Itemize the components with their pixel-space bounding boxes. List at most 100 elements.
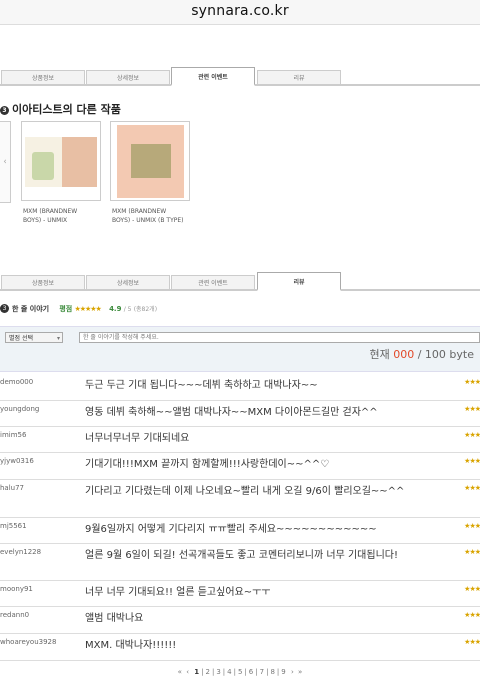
carousel-prev-arrow[interactable]: ‹	[0, 121, 11, 203]
page-number[interactable]: 7	[260, 668, 264, 676]
section-bullet-icon: 3	[0, 106, 9, 115]
review-header: 3한 줄 이야기 평점 ★★★★★ 4.9 / 5 (총82개)	[0, 304, 157, 314]
last-page-icon[interactable]: »	[298, 668, 302, 676]
review-text-input[interactable]: 한 줄 이야기를 작성해 주세요.	[79, 332, 480, 343]
tab-detail-info[interactable]: 상세정보	[86, 70, 170, 86]
comment-text: 9월6일까지 어떻게 기다리지 ㅠㅠ빨리 주세요~~~~~~~~~~~~	[85, 524, 377, 535]
page-separator: |	[211, 668, 215, 676]
comment-row: youngdong 영동 데뷔 축하해~~앨범 대박나자~~MXM 다이아몬드길만…	[0, 400, 480, 427]
comment-text: 기다리고 기다렸는데 이제 나오네요~빨리 내게 오길 9/6이 빨리오길~~^…	[85, 486, 405, 497]
album-art-photo-1	[62, 137, 97, 187]
comment-text: 얼른 9월 6일이 되길! 선곡개곡들도 좋고 코멘터리보니까 너무 기대됩니다…	[85, 550, 398, 561]
comment-text: 두근 두근 기대 됩니다~~~데뷔 축하하고 대박나자~~	[85, 380, 318, 391]
review-input-area: 별점 선택 ▾ 한 줄 이야기를 작성해 주세요. 현재 000 / 100 by…	[0, 326, 480, 372]
comment-text: 기대기대!!!MXM 끝까지 함께할께!!!사랑한데이~~^^♡	[85, 459, 330, 470]
comment-user[interactable]: whoareyou3928	[0, 638, 56, 646]
page-number[interactable]: 4	[227, 668, 231, 676]
comment-user[interactable]: evelyn1228	[0, 548, 41, 556]
review-title: 한 줄 이야기	[12, 305, 50, 313]
comment-user[interactable]: halu77	[0, 484, 24, 492]
comment-text: 너무너무너무 기대되네요	[85, 433, 190, 444]
comment-row: moony91 너무 너무 기대되요!! 얼른 듣고싶어요~ㅜㅜ ★★★	[0, 580, 480, 607]
comment-row: demo000 두근 두근 기대 됩니다~~~데뷔 축하하고 대박나자~~ ★★★	[0, 373, 480, 401]
comment-user[interactable]: moony91	[0, 585, 33, 593]
comment-row: imim56 너무너무너무 기대되네요 ★★★	[0, 426, 480, 453]
page-separator: |	[233, 668, 236, 676]
product-tabs-top: 상품정보 상세정보 관련 이벤트 리뷰	[0, 66, 480, 86]
rating-stars-icon: ★★★★★	[74, 305, 101, 313]
rating-max: / 5	[123, 306, 132, 313]
url-text: synnara.co.kr	[191, 3, 289, 19]
comment-user[interactable]: redann0	[0, 611, 29, 619]
album-caption-1[interactable]: MXM (BRANDNEW BOYS) - UNMIX	[23, 207, 95, 225]
comment-row: redann0 앨범 대박나요 ★★★	[0, 606, 480, 634]
byte-counter-prefix: 현재	[369, 348, 390, 361]
review-total: (총82개)	[133, 306, 158, 313]
tab-product-info-2[interactable]: 상품정보	[1, 275, 85, 291]
url-bar[interactable]: synnara.co.kr	[0, 0, 480, 25]
byte-counter-current: 000	[393, 348, 415, 361]
comment-row: yjyw0316 기대기대!!!MXM 끝까지 함께할께!!!사랑한데이~~^^♡…	[0, 452, 480, 480]
next-page-icon[interactable]: ›	[291, 668, 294, 676]
tab-related-events-2[interactable]: 관련 이벤트	[171, 275, 255, 291]
comment-row: evelyn1228 얼른 9월 6일이 되길! 선곡개곡들도 좋고 코멘터리보니…	[0, 543, 480, 581]
comment-stars-icon: ★★★	[464, 638, 480, 646]
tab-review[interactable]: 리뷰	[257, 70, 341, 86]
rating-score: 4.9	[109, 305, 122, 313]
page-number[interactable]: 3	[216, 668, 220, 676]
tab-product-info[interactable]: 상품정보	[1, 70, 85, 86]
pagination: « ‹ 1 | 2 | 3 | 4 | 5 | 6 | 7 | 8 | 9 › »	[0, 668, 480, 676]
other-works-title: 3 이아티스트의 다른 작품	[0, 101, 121, 117]
comment-user[interactable]: imim56	[0, 431, 26, 439]
comment-stars-icon: ★★★	[464, 585, 480, 593]
album-caption-2[interactable]: MXM (BRANDNEW BOYS) - UNMIX (B TYPE)	[112, 207, 184, 225]
comment-text: 영동 데뷔 축하해~~앨범 대박나자~~MXM 다이아몬드길만 걷자^^	[85, 407, 378, 418]
comment-user[interactable]: mj5561	[0, 522, 27, 530]
page-separator: |	[266, 668, 269, 676]
comment-text: 너무 너무 기대되요!! 얼른 듣고싶어요~ㅜㅜ	[85, 587, 271, 598]
tab-related-events[interactable]: 관련 이벤트	[171, 67, 255, 86]
first-page-icon[interactable]: «	[178, 668, 182, 676]
album-art-photo-2	[131, 144, 171, 178]
page-numbers: 1 | 2 | 3 | 4 | 5 | 6 | 7 | 8 | 9	[193, 668, 287, 676]
comment-stars-icon: ★★★	[464, 378, 480, 386]
comment-stars-icon: ★★★	[464, 611, 480, 619]
comment-row: halu77 기다리고 기다렸는데 이제 나오네요~빨리 내게 오길 9/6이 빨…	[0, 479, 480, 518]
comment-stars-icon: ★★★	[464, 484, 480, 492]
page-separator: |	[244, 668, 247, 676]
comment-user[interactable]: youngdong	[0, 405, 39, 413]
comment-stars-icon: ★★★	[464, 548, 480, 556]
album-art-figure-1	[32, 152, 54, 180]
other-works-title-text: 이아티스트의 다른 작품	[12, 103, 121, 116]
byte-counter-suffix: / 100 byte	[417, 348, 474, 361]
star-select-label: 별점 선택	[9, 335, 33, 342]
page-separator: |	[201, 668, 204, 676]
comment-user[interactable]: demo000	[0, 378, 33, 386]
comment-row: whoareyou3928 MXM. 대박나자!!!!!! ★★★	[0, 633, 480, 661]
prev-page-icon[interactable]: ‹	[186, 668, 189, 676]
page-number[interactable]: 1	[194, 668, 199, 676]
comment-stars-icon: ★★★	[464, 431, 480, 439]
page-number[interactable]: 8	[270, 668, 274, 676]
page-number[interactable]: 6	[249, 668, 253, 676]
page-number[interactable]: 5	[238, 668, 242, 676]
product-tabs-bottom: 상품정보 상세정보 관련 이벤트 리뷰	[0, 271, 480, 291]
album-cover-2[interactable]	[110, 121, 190, 201]
page-number[interactable]: 2	[205, 668, 209, 676]
byte-counter: 현재 000 / 100 byte	[369, 346, 474, 362]
star-select[interactable]: 별점 선택 ▾	[5, 332, 63, 343]
page-separator: |	[222, 668, 226, 676]
chevron-down-icon: ▾	[56, 335, 60, 342]
comment-stars-icon: ★★★	[464, 405, 480, 413]
comment-row: mj5561 9월6일까지 어떻게 기다리지 ㅠㅠ빨리 주세요~~~~~~~~~~…	[0, 517, 480, 544]
comment-text: 앨범 대박나요	[85, 613, 144, 624]
comment-stars-icon: ★★★	[464, 522, 480, 530]
page-number[interactable]: 9	[281, 668, 285, 676]
comment-text: MXM. 대박나자!!!!!!	[85, 640, 177, 651]
tab-detail-info-2[interactable]: 상세정보	[86, 275, 170, 291]
page-separator: |	[276, 668, 280, 676]
rating-label: 평점	[59, 305, 73, 313]
comment-user[interactable]: yjyw0316	[0, 457, 34, 465]
album-cover-1[interactable]	[21, 121, 101, 201]
tab-review-2[interactable]: 리뷰	[257, 272, 341, 291]
